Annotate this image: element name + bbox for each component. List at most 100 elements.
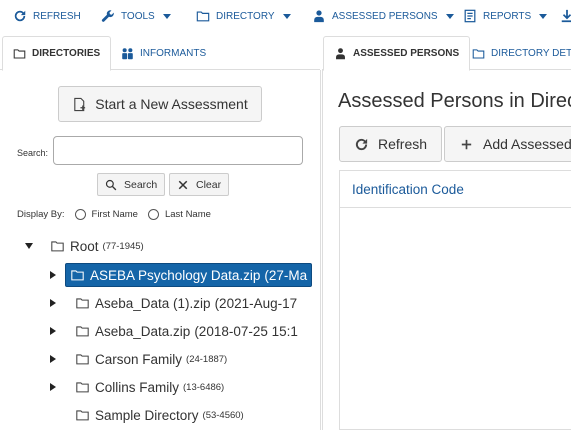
left-tab-bar: DIRECTORIES INFORMANTS bbox=[0, 36, 320, 71]
tree-node-label: Aseba_Data.zip bbox=[95, 323, 191, 339]
tree-node-label: ASEBA Psychology Data.zip bbox=[90, 267, 261, 283]
tree-row: Aseba_Data (1).zip (2021-Aug-17 bbox=[50, 291, 301, 315]
refresh-button[interactable]: Refresh bbox=[339, 126, 443, 162]
chevron-down-icon bbox=[539, 13, 548, 19]
tree-node[interactable]: Carson Family (24-1887) bbox=[71, 347, 231, 371]
tools-menu[interactable]: TOOLS bbox=[101, 7, 171, 25]
wrench-icon bbox=[101, 10, 114, 22]
search-button[interactable]: Search bbox=[97, 173, 166, 196]
refresh-menu[interactable]: REFRESH bbox=[13, 7, 81, 25]
search-icon bbox=[105, 179, 117, 190]
folder-icon bbox=[76, 298, 89, 309]
tree-row: Sample Directory (53-4560) bbox=[71, 403, 248, 427]
column-header-label: Identification Code bbox=[352, 181, 464, 197]
tree-node-meta: (24-1887) bbox=[186, 353, 228, 365]
radio-last-name[interactable] bbox=[147, 209, 159, 220]
chevron-down-icon bbox=[445, 13, 454, 19]
new-document-icon bbox=[74, 97, 86, 111]
add-assessed-person-label: Add Assessed bbox=[483, 136, 571, 152]
expand-arrow-icon[interactable] bbox=[50, 299, 56, 307]
tab-assessed-persons[interactable]: ASSESSED PERSONS bbox=[323, 36, 471, 71]
folder-icon bbox=[76, 382, 89, 393]
assessed-persons-grid: Identification Code bbox=[339, 170, 571, 430]
tab-assessed-persons-label: ASSESSED PERSONS bbox=[353, 48, 460, 59]
tree-node-selected[interactable]: ASEBA Psychology Data.zip (27-Ma bbox=[65, 263, 313, 287]
expand-arrow-icon[interactable] bbox=[50, 327, 56, 335]
tree-node-label: Carson Family bbox=[95, 351, 183, 367]
tree-node-date: (2018-07-25 15:1 bbox=[194, 323, 298, 339]
tools-menu-label: TOOLS bbox=[121, 10, 155, 22]
tree-node-label: Sample Directory bbox=[95, 407, 199, 423]
chevron-down-icon bbox=[162, 13, 171, 19]
assessed-persons-menu[interactable]: ASSESSED PERSONS bbox=[312, 7, 454, 25]
radio-first-name-option: First Name bbox=[74, 209, 138, 220]
folder-icon bbox=[76, 326, 89, 337]
tab-directories-label: DIRECTORIES bbox=[32, 48, 101, 59]
folder-icon bbox=[71, 270, 84, 281]
main-toolbar: REFRESH TOOLS DIRECTORY ASSESSED PERSONS… bbox=[0, 0, 571, 33]
download-icon bbox=[561, 9, 571, 23]
folder-icon bbox=[76, 354, 89, 365]
tree-root-row: Root (77-1945) bbox=[25, 234, 148, 258]
tree-node-meta: (13-6486) bbox=[183, 381, 225, 393]
search-label: Search: bbox=[17, 148, 49, 158]
start-new-assessment-label: Start a New Assessment bbox=[95, 96, 248, 112]
person-icon bbox=[336, 48, 345, 60]
directory-menu[interactable]: DIRECTORY bbox=[196, 7, 291, 25]
tree-node-date: (2021-Aug-17 bbox=[214, 295, 298, 311]
tree-node[interactable]: Aseba_Data.zip (2018-07-25 15:1 bbox=[71, 319, 302, 343]
folder-icon bbox=[196, 11, 210, 22]
tree-node-date: (27-Ma bbox=[264, 267, 308, 283]
close-icon bbox=[178, 180, 188, 189]
radio-last-name-label: Last Name bbox=[164, 209, 211, 220]
panel-divider bbox=[320, 70, 321, 430]
expand-arrow-icon[interactable] bbox=[50, 355, 56, 363]
tab-directories[interactable]: DIRECTORIES bbox=[2, 36, 112, 71]
folder-icon bbox=[472, 48, 485, 58]
users-icon bbox=[122, 47, 133, 59]
download-menu[interactable] bbox=[560, 7, 571, 25]
search-input[interactable] bbox=[53, 136, 303, 165]
tree-node-label: Root bbox=[70, 238, 99, 254]
expand-arrow-icon[interactable] bbox=[50, 271, 56, 279]
person-icon bbox=[314, 10, 324, 23]
expand-arrow-icon[interactable] bbox=[50, 383, 56, 391]
tree-node[interactable]: Sample Directory (53-4560) bbox=[71, 403, 248, 427]
folder-icon bbox=[13, 49, 26, 59]
tab-informants-label: INFORMANTS bbox=[140, 47, 207, 59]
tab-directory-details[interactable]: DIRECTORY DETA bbox=[472, 36, 571, 70]
right-tab-bar: ASSESSED PERSONS DIRECTORY DETA bbox=[322, 36, 571, 71]
radio-first-name-label: First Name bbox=[91, 209, 138, 220]
tree-row: Collins Family (13-6486) bbox=[50, 375, 228, 399]
tab-directory-details-label: DIRECTORY DETA bbox=[491, 47, 571, 59]
directory-menu-label: DIRECTORY bbox=[216, 10, 275, 22]
plus-icon bbox=[461, 139, 472, 149]
chevron-down-icon bbox=[282, 13, 291, 19]
tree-node-label: Collins Family bbox=[95, 379, 180, 395]
reports-menu-label: REPORTS bbox=[483, 10, 532, 22]
radio-first-name[interactable] bbox=[74, 209, 86, 220]
refresh-button-label: Refresh bbox=[378, 136, 428, 152]
display-by-label: Display By: bbox=[17, 209, 65, 220]
collapse-arrow-icon[interactable] bbox=[25, 243, 33, 249]
column-header-identification-code[interactable]: Identification Code bbox=[340, 171, 571, 208]
folder-icon bbox=[51, 241, 64, 252]
add-assessed-person-button[interactable]: Add Assessed bbox=[444, 126, 571, 162]
folder-icon bbox=[76, 410, 89, 421]
assessed-persons-menu-label: ASSESSED PERSONS bbox=[332, 10, 438, 22]
tree-node[interactable]: Aseba_Data (1).zip (2021-Aug-17 bbox=[71, 291, 301, 315]
radio-last-name-option: Last Name bbox=[147, 209, 211, 220]
clear-button[interactable]: Clear bbox=[169, 173, 230, 196]
reports-menu[interactable]: REPORTS bbox=[463, 7, 548, 25]
start-new-assessment-button[interactable]: Start a New Assessment bbox=[58, 86, 262, 122]
report-icon bbox=[464, 9, 476, 23]
search-button-label: Search bbox=[124, 178, 158, 191]
tab-informants[interactable]: INFORMANTS bbox=[121, 36, 206, 70]
tree-node-meta: (77-1945) bbox=[102, 240, 144, 252]
clear-button-label: Clear bbox=[196, 178, 222, 191]
tree-node-root[interactable]: Root (77-1945) bbox=[46, 234, 148, 258]
tree-node[interactable]: Collins Family (13-6486) bbox=[71, 375, 228, 399]
refresh-icon bbox=[14, 10, 26, 22]
tree-row: Carson Family (24-1887) bbox=[50, 347, 231, 371]
tree-row: Aseba_Data.zip (2018-07-25 15:1 bbox=[50, 319, 302, 343]
